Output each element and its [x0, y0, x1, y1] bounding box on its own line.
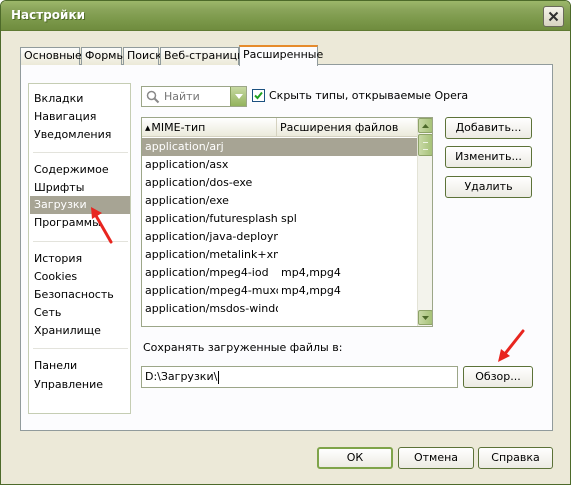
close-icon [548, 11, 559, 22]
mime-cell: application/msdos-windows [145, 302, 278, 315]
scroll-up-button[interactable] [418, 118, 432, 133]
window-title: Настройки [11, 8, 86, 22]
download-path-field[interactable]: D:\Загрузки\ [141, 366, 458, 388]
chevron-down-icon [234, 94, 243, 99]
search-icon [146, 90, 160, 104]
tab-basic[interactable]: Основные [20, 47, 82, 65]
column-header-mime[interactable]: ▲MIME-тип [142, 118, 277, 137]
extensions-cell [281, 174, 411, 192]
download-path-value: D:\Загрузки\ [145, 370, 218, 383]
tab-webpages[interactable]: Веб-страницы [160, 47, 246, 65]
text-caret [218, 370, 220, 384]
hide-types-checkbox[interactable] [252, 89, 265, 102]
annotation-arrow-icon [91, 207, 113, 244]
column-header-label: Расширения файлов [280, 121, 399, 134]
mime-cell: application/dos-exe [145, 176, 253, 189]
sidebar-item-history[interactable]: История [30, 250, 130, 268]
save-location-label: Сохранять загруженные файлы в: [143, 341, 343, 354]
extensions-cell [281, 192, 411, 210]
sidebar-divider [33, 348, 128, 349]
close-button[interactable] [543, 6, 564, 27]
sidebar-item-security[interactable]: Безопасность [30, 286, 130, 304]
table-row[interactable]: application/dos-exe [142, 174, 418, 192]
sidebar-item-management[interactable]: Управление [30, 376, 130, 394]
cancel-button[interactable]: Отмена [398, 447, 474, 469]
table-scrollbar[interactable] [417, 118, 432, 326]
add-button[interactable]: Добавить... [445, 117, 532, 139]
mime-cell: application/java-deploym… [145, 230, 278, 243]
tab-label: Расширенные [243, 48, 324, 61]
mime-cell: application/exe [145, 194, 229, 207]
delete-button[interactable]: Удалить [445, 176, 532, 198]
column-header-label: MIME-тип [151, 121, 206, 134]
extensions-cell: mp4,mpg4 [281, 284, 341, 297]
tab-label: Веб-страницы [164, 49, 246, 62]
tab-label: Поиск [127, 49, 162, 62]
sidebar-item-panels[interactable]: Панели [30, 357, 130, 375]
checkmark-icon [254, 91, 263, 100]
mime-table: ▲MIME-тип Расширения файлов application/… [141, 117, 433, 327]
tab-forms[interactable]: Формы [81, 47, 126, 65]
tab-label: Основные [24, 49, 82, 62]
table-row[interactable]: application/msdos-windows [142, 300, 418, 318]
table-row[interactable]: application/arj [142, 138, 418, 156]
mime-cell: application/asx [145, 158, 229, 171]
extensions-cell: spl [281, 212, 297, 225]
table-row[interactable]: application/futuresplash spl [142, 210, 418, 228]
table-row[interactable]: application/java-deploym… [142, 228, 418, 246]
search-box[interactable] [141, 86, 247, 107]
sidebar-item-tabs[interactable]: Вкладки [30, 90, 130, 108]
sidebar-item-navigation[interactable]: Навигация [30, 108, 130, 126]
extensions-cell [281, 138, 411, 156]
browse-button[interactable]: Обзор... [463, 366, 533, 388]
tab-search[interactable]: Поиск [123, 47, 162, 65]
mime-cell: application/futuresplash [145, 212, 278, 225]
settings-window: Настройки Основные Формы Поиск Веб-стран… [0, 0, 571, 485]
sidebar-item-fonts[interactable]: Шрифты [30, 179, 130, 197]
table-row[interactable]: application/metalink+xml [142, 246, 418, 264]
tab-label: Формы [85, 49, 126, 62]
mime-cell: application/metalink+xml [145, 248, 278, 261]
edit-button[interactable]: Изменить... [445, 146, 532, 168]
sort-up-icon: ▲ [145, 123, 151, 132]
extensions-cell [281, 300, 411, 318]
help-button[interactable]: Справка [478, 447, 553, 469]
search-input[interactable] [164, 89, 228, 104]
ok-button[interactable]: ОК [317, 447, 393, 469]
scroll-down-button[interactable] [418, 310, 432, 325]
sidebar-item-content[interactable]: Содержимое [30, 161, 130, 179]
column-header-extensions[interactable]: Расширения файлов [277, 118, 418, 137]
title-bar[interactable]: Настройки [1, 1, 570, 31]
arrow-up-icon [422, 123, 429, 128]
table-row[interactable]: application/asx [142, 156, 418, 174]
mime-cell: application/arj [145, 140, 224, 153]
mime-cell: application/mpeg4-iod [145, 266, 269, 279]
sidebar-divider [33, 152, 128, 153]
sidebar-item-network[interactable]: Сеть [30, 304, 130, 322]
table-row[interactable]: application/mpeg4-muxco…mp4,mpg4 [142, 282, 418, 300]
mime-cell: application/mpeg4-muxco… [145, 284, 278, 297]
annotation-arrow-icon [498, 329, 525, 362]
table-row[interactable]: application/mpeg4-iod mp4,mpg4 [142, 264, 418, 282]
tab-advanced[interactable]: Расширенные [239, 45, 323, 66]
table-header: ▲MIME-тип Расширения файлов [142, 118, 418, 137]
extensions-cell [281, 156, 411, 174]
search-dropdown-button[interactable] [230, 87, 246, 106]
extensions-cell [281, 246, 411, 264]
hide-types-label: Скрыть типы, открываемые Opera [269, 89, 469, 102]
table-row[interactable]: application/exe [142, 192, 418, 210]
sidebar-item-storage[interactable]: Хранилище [30, 322, 130, 340]
scroll-thumb[interactable] [418, 134, 432, 156]
extensions-cell [281, 228, 411, 246]
sidebar-item-cookies[interactable]: Cookies [30, 268, 130, 286]
sidebar: Вкладки Навигация Уведомления Содержимое… [28, 83, 131, 414]
sidebar-item-notifications[interactable]: Уведомления [30, 126, 130, 144]
extensions-cell: mp4,mpg4 [281, 266, 341, 279]
arrow-down-icon [422, 315, 429, 320]
